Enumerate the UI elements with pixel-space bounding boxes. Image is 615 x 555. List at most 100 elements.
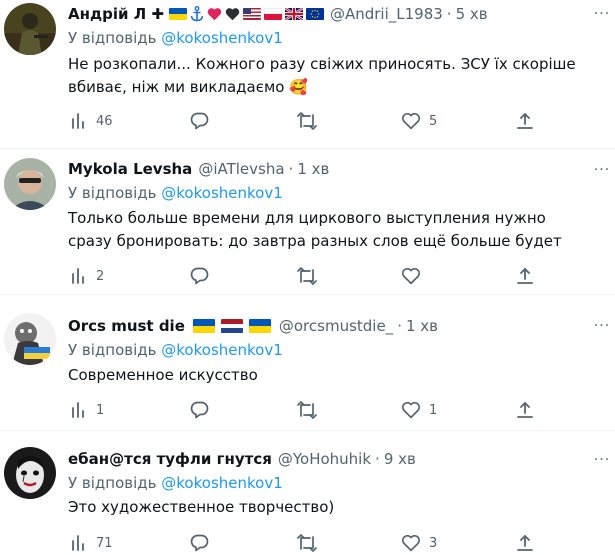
- heart-icon: [401, 113, 421, 130]
- share-upload-icon: [517, 535, 533, 551]
- reply-prefix: У відповідь: [68, 341, 157, 359]
- tweet-text: Это художественное творчество): [68, 498, 335, 516]
- reply-to-link[interactable]: @kokoshenkov1: [161, 184, 282, 202]
- tweet-header: Orcs must die @orcsmustdie_ · 1 хв: [68, 316, 438, 336]
- tweet-text: Современное искусство: [68, 366, 258, 384]
- bar-chart-icon: [72, 268, 84, 284]
- more-dots-icon[interactable]: ···: [591, 4, 613, 24]
- retweet-button[interactable]: [296, 398, 326, 422]
- like-button[interactable]: 1: [401, 398, 437, 422]
- retweet-icon: [297, 401, 317, 419]
- reply-prefix: У відповідь: [68, 474, 157, 492]
- share-upload-icon: [517, 268, 533, 284]
- speech-bubble-icon: [190, 401, 209, 419]
- ukraine-flag-icon: [192, 319, 215, 333]
- share-button[interactable]: [516, 398, 534, 422]
- tweet-2[interactable]: Mykola Levsha @iATlevsha · 1 хв ··· У ві…: [0, 149, 615, 294]
- reply-button[interactable]: [190, 109, 217, 133]
- reply-prefix: У відповідь: [68, 29, 157, 47]
- reply-prefix: У відповідь: [68, 184, 157, 202]
- tweet-text: Не розкопали... Кожного разу свіжих прин…: [68, 55, 576, 96]
- retweet-button[interactable]: [296, 531, 326, 555]
- retweet-icon: [297, 112, 317, 130]
- avatar[interactable]: [4, 158, 56, 210]
- bar-chart-icon: [72, 113, 84, 129]
- name-emoji-badges: [168, 6, 324, 22]
- reply-button[interactable]: [190, 398, 217, 422]
- usa-flag-icon: [242, 8, 261, 20]
- speech-bubble-icon: [190, 534, 209, 552]
- views-button[interactable]: 1: [70, 398, 104, 422]
- reply-to-link[interactable]: @kokoshenkov1: [161, 474, 282, 492]
- heart-icon: [401, 402, 421, 419]
- retweet-button[interactable]: [296, 264, 326, 288]
- views-count: 71: [96, 535, 113, 551]
- uk-flag-icon: [284, 8, 303, 20]
- tweet-header: Андрій Л ✚ @Andrii_L1983 · 5 хв: [68, 4, 488, 24]
- retweet-icon: [297, 534, 317, 552]
- reply-button[interactable]: [190, 264, 217, 288]
- avatar[interactable]: [4, 447, 56, 499]
- timestamp[interactable]: 5 хв: [456, 4, 488, 24]
- tweet-1[interactable]: Андрій Л ✚ @Andrii_L1983 · 5 хв ··· У ві…: [0, 0, 615, 148]
- timestamp[interactable]: 9 хв: [384, 449, 416, 469]
- user-handle[interactable]: @Andrii_L1983: [330, 4, 443, 24]
- separator-dot: ·: [288, 160, 294, 178]
- reply-context: У відповідь @kokoshenkov1: [68, 340, 283, 360]
- red-heart-icon: [207, 8, 222, 21]
- like-button[interactable]: 5: [401, 109, 437, 133]
- user-handle[interactable]: @iATlevsha: [198, 159, 284, 179]
- bar-chart-icon: [72, 402, 84, 418]
- tweet-header: Mykola Levsha @iATlevsha · 1 хв: [68, 159, 329, 179]
- name-emoji-badges: [192, 319, 271, 333]
- views-count: 2: [96, 268, 105, 284]
- more-dots-icon[interactable]: ···: [591, 160, 613, 180]
- heart-icon: [401, 535, 421, 552]
- timestamp[interactable]: 1 хв: [406, 316, 438, 336]
- netherlands-flag-icon: [220, 319, 243, 333]
- action-bar: 2: [68, 264, 538, 288]
- poland-flag-icon: [263, 8, 282, 20]
- speech-bubble-icon: [190, 112, 209, 130]
- tweet-3[interactable]: Orcs must die @orcsmustdie_ · 1 хв ··· У…: [0, 295, 615, 430]
- user-handle[interactable]: @YoHohuhik: [278, 449, 371, 469]
- eu-flag-icon: [305, 8, 324, 20]
- avatar[interactable]: [4, 313, 56, 365]
- reply-to-link[interactable]: @kokoshenkov1: [161, 29, 282, 47]
- avatar[interactable]: [4, 3, 56, 55]
- tweet-text: Только больше времени для циркового выст…: [68, 209, 562, 250]
- views-count: 46: [96, 113, 113, 129]
- anchor-icon: [190, 6, 204, 22]
- tweet-header: ебан@тся туфли гнутся @YoHohuhik · 9 хв: [68, 449, 416, 469]
- reply-context: У відповідь @kokoshenkov1: [68, 28, 283, 48]
- ukraine-flag-icon: [168, 8, 187, 20]
- views-button[interactable]: 71: [70, 531, 113, 555]
- more-dots-icon[interactable]: ···: [591, 450, 613, 470]
- timestamp[interactable]: 1 хв: [297, 159, 329, 179]
- views-button[interactable]: 2: [70, 264, 104, 288]
- like-button[interactable]: 3: [401, 531, 437, 555]
- share-button[interactable]: [516, 264, 534, 288]
- retweet-icon: [297, 267, 317, 285]
- reply-to-link[interactable]: @kokoshenkov1: [161, 341, 282, 359]
- display-name[interactable]: Андрій Л ✚: [68, 4, 164, 24]
- more-dots-icon[interactable]: ···: [591, 316, 613, 336]
- retweet-button[interactable]: [296, 109, 326, 133]
- display-name[interactable]: ебан@тся туфли гнутся: [68, 449, 272, 469]
- share-upload-icon: [517, 113, 533, 129]
- separator-dot: ·: [446, 5, 452, 23]
- display-name[interactable]: Mykola Levsha: [68, 159, 192, 179]
- like-button[interactable]: [401, 264, 429, 288]
- views-count: 1: [96, 402, 105, 418]
- bar-chart-icon: [72, 535, 84, 551]
- reply-button[interactable]: [190, 531, 217, 555]
- display-name[interactable]: Orcs must die: [68, 316, 185, 336]
- user-handle[interactable]: @orcsmustdie_: [279, 316, 393, 336]
- views-button[interactable]: 46: [70, 109, 113, 133]
- share-button[interactable]: [516, 109, 534, 133]
- speech-bubble-icon: [190, 267, 209, 285]
- tweet-4[interactable]: ебан@тся туфли гнутся @YoHohuhik · 9 хв …: [0, 431, 615, 553]
- share-button[interactable]: [516, 531, 534, 555]
- reply-context: У відповідь @kokoshenkov1: [68, 473, 283, 493]
- action-bar: 46 5: [68, 109, 538, 133]
